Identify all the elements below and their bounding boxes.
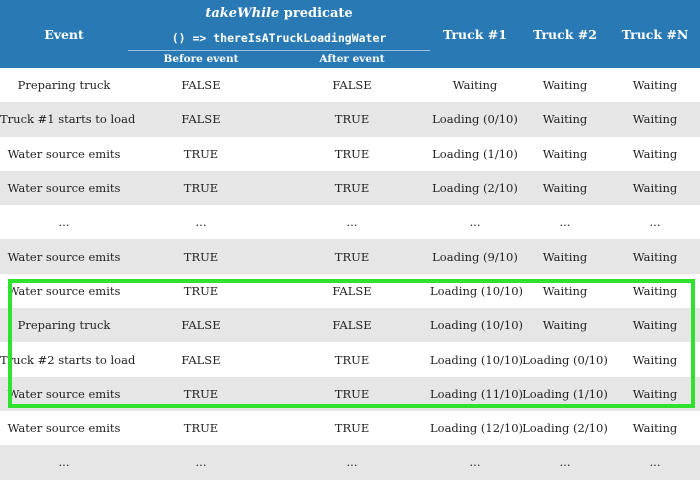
table-row: Water source emits TRUE TRUE Loading (11/10… [0, 376, 700, 411]
cell-truck1: Loading (11/10) [430, 376, 523, 411]
table-row: Water source emits TRUE TRUE Loading (2/10)… [0, 170, 700, 206]
cell-truck1: Loading (2/10) [430, 170, 521, 206]
header-after-event: After event [274, 50, 431, 68]
cell-truck2: Loading (1/10) [520, 376, 611, 411]
cell-truckN: Waiting [610, 102, 700, 137]
cell-truck2: Waiting [520, 239, 611, 274]
cell-event: Truck #1 starts to load [0, 102, 135, 137]
table-row: Water source emits TRUE TRUE Loading (1/10)… [0, 137, 700, 171]
cell-event: ... [0, 445, 128, 480]
table-row: Water source emits TRUE FALSE Loading (10/1… [0, 274, 700, 308]
cell-truck1: ... [469, 215, 481, 230]
cell-event: Preparing truck [17, 78, 111, 93]
cell-after: TRUE [274, 102, 431, 137]
cell-event: ... [58, 215, 70, 230]
cell-truck2: Waiting [520, 170, 611, 206]
cell-truckN: Waiting [610, 308, 700, 343]
cell-truckN: Waiting [610, 170, 700, 206]
cell-truckN: Waiting [632, 146, 678, 161]
cell-before: TRUE [183, 421, 219, 436]
cell-event: Water source emits [7, 283, 121, 298]
cell-after: ... [346, 215, 358, 230]
cell-after: TRUE [274, 376, 431, 411]
cell-truck1: Waiting [452, 78, 498, 93]
table-row: Truck #2 starts to load FALSE TRUE Loading … [0, 342, 700, 376]
table-header: Event takeWhile predicate Truck #1 Truck… [0, 0, 700, 68]
cell-after: ... [274, 445, 431, 480]
cell-truck2: Waiting [520, 308, 611, 343]
cell-event: Truck #2 starts to load [0, 352, 136, 367]
cell-before: TRUE [128, 376, 274, 411]
cell-truckN: Waiting [632, 352, 678, 367]
cell-before: FALSE [128, 308, 274, 343]
cell-truck2: Waiting [542, 146, 588, 161]
cell-after: FALSE [274, 308, 431, 343]
cell-truckN: Waiting [632, 78, 678, 93]
events-table: Event takeWhile predicate Truck #1 Truck… [0, 0, 700, 480]
cell-before: ... [128, 445, 274, 480]
cell-truck1: Loading (0/10) [430, 102, 521, 137]
cell-truckN: ... [610, 445, 700, 480]
predicate-code: () => thereIsATruckLoadingWater [128, 26, 431, 51]
table-row: Preparing truck FALSE FALSE Loading (10/10)… [0, 308, 700, 343]
cell-truckN: Waiting [632, 421, 678, 436]
cell-truck2: ... [520, 445, 611, 480]
cell-truckN: Waiting [632, 283, 678, 298]
cell-before: ... [195, 215, 207, 230]
header-truckN: Truck #N [610, 0, 700, 68]
header-truck2: Truck #2 [520, 0, 611, 68]
cell-event: Water source emits [7, 146, 121, 161]
table-row: Water source emits TRUE TRUE Loading (9/10)… [0, 239, 700, 274]
cell-before: FALSE [181, 352, 221, 367]
cell-event: Preparing truck [0, 308, 128, 343]
cell-truck2: Waiting [542, 283, 588, 298]
header-before-event: Before event [128, 50, 274, 68]
cell-truckN: Waiting [610, 376, 700, 411]
predicate-name: takeWhile [205, 5, 280, 21]
cell-truck2: Waiting [520, 102, 611, 137]
cell-truck1: Loading (1/10) [432, 146, 518, 161]
table-row: Water source emits TRUE TRUE Loading (12/10… [0, 411, 700, 445]
cell-before: TRUE [128, 239, 274, 274]
cell-truck1: Loading (10/10) [430, 308, 523, 343]
cell-truck2: ... [559, 215, 571, 230]
cell-event: Water source emits [0, 376, 128, 411]
cell-truck1: Loading (10/10) [430, 352, 524, 367]
cell-event: Water source emits [7, 421, 121, 436]
cell-event: Water source emits [0, 170, 128, 206]
cell-after: TRUE [274, 239, 431, 274]
cell-before: FALSE [128, 102, 274, 137]
table-row: Preparing truck FALSE FALSE Waiting Waiting W… [0, 68, 700, 102]
cell-truck2: Loading (2/10) [522, 421, 608, 436]
cell-before: TRUE [183, 146, 219, 161]
table-row: Truck #1 starts to load FALSE TRUE Loading … [0, 102, 700, 137]
cell-before: TRUE [183, 283, 219, 298]
header-event: Event [0, 0, 128, 68]
cell-truckN: ... [649, 215, 661, 230]
header-predicate: takeWhile predicate [128, 0, 431, 26]
cell-truck1: ... [430, 445, 521, 480]
cell-truck2: Loading (0/10) [522, 352, 608, 367]
cell-after: FALSE [332, 78, 372, 93]
cell-after: FALSE [332, 283, 372, 298]
cell-truck1: Loading (10/10) [430, 283, 524, 298]
cell-after: TRUE [334, 146, 370, 161]
table-row: .................. [0, 205, 700, 239]
header-truck1: Truck #1 [430, 0, 521, 68]
cell-after: TRUE [274, 170, 431, 206]
cell-truckN: Waiting [610, 239, 700, 274]
cell-after: TRUE [334, 421, 370, 436]
table-body: Preparing truck FALSE FALSE Waiting Waiting W… [0, 68, 700, 480]
cell-truck1: Loading (12/10) [430, 421, 524, 436]
cell-event: Water source emits [0, 239, 128, 274]
cell-before: TRUE [128, 170, 274, 206]
predicate-suffix: predicate [279, 5, 353, 21]
cell-after: TRUE [334, 352, 370, 367]
cell-before: FALSE [181, 78, 221, 93]
cell-truck1: Loading (9/10) [430, 239, 521, 274]
cell-truck2: Waiting [542, 78, 588, 93]
table-row: .................. [0, 445, 700, 480]
